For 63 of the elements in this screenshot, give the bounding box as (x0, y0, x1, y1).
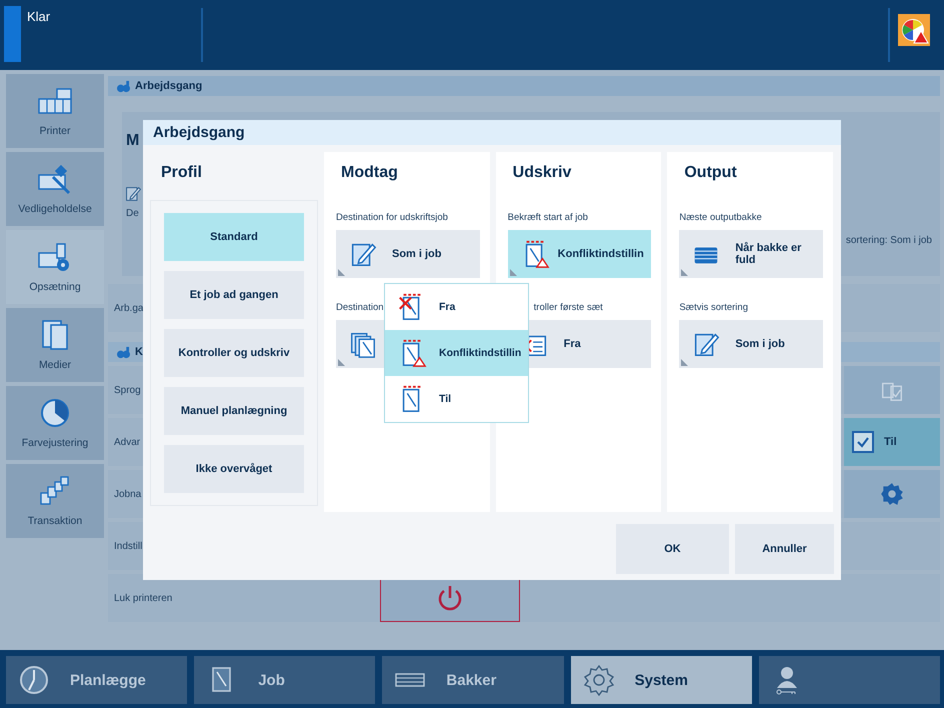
setting-label: Sætvis sortering (679, 302, 748, 315)
setting-label: Destination for udskriftsjob (336, 212, 448, 225)
document-check-button[interactable] (844, 366, 940, 414)
workflow-icon (116, 346, 131, 358)
corner-icon (681, 359, 688, 366)
dialog-button[interactable]: Annuller (735, 524, 834, 574)
column-heading: Profil (160, 163, 203, 183)
setting-button[interactable]: Når bakke er fuld (679, 230, 824, 278)
workflow-icon (116, 80, 131, 92)
checkbox[interactable] (852, 431, 874, 453)
setting-label: Luk printeren (114, 592, 172, 604)
status-text: Klar (26, 8, 52, 26)
corner-icon (338, 269, 345, 276)
setting-label: Sprog (114, 384, 141, 396)
section-title: Arbejdsgang (135, 80, 202, 92)
setting-label: Jobna (114, 488, 142, 500)
navigation-tab[interactable]: System (570, 656, 752, 704)
setting-label: Indstill (114, 540, 142, 552)
setting-label: sortering: Som i job (846, 235, 933, 246)
sidebar-item[interactable]: Vedligeholdelse (6, 152, 104, 226)
setting-button[interactable]: Som i job (336, 230, 480, 278)
profile-option[interactable]: Kontroller og udskriv (164, 329, 304, 377)
dialog-title: Arbejdsgang (143, 120, 841, 145)
sidebar-item[interactable]: Printer (6, 74, 104, 148)
pencil-document-icon (126, 186, 141, 202)
column-heading: Udskriv (512, 163, 572, 183)
sidebar-item[interactable]: Transaktion (6, 464, 104, 538)
setting-label: Advar (114, 436, 140, 448)
profile-option[interactable]: Et job ad gangen (164, 271, 304, 319)
navigation-tab[interactable]: Planlægge (6, 656, 188, 704)
setting-label: Bekræft start af job (508, 212, 588, 225)
settings-button[interactable] (844, 470, 940, 518)
setting-label: Arb.ga (114, 302, 144, 314)
dialog-button[interactable]: OK (616, 524, 729, 574)
settings-icon (879, 481, 905, 507)
profile-option[interactable]: Standard (164, 213, 304, 261)
navigation-tab[interactable] (758, 656, 940, 704)
column-heading: Modtag (340, 163, 399, 183)
status-indicator (4, 6, 21, 62)
section-title: K (135, 346, 143, 358)
setting-label: Destination (336, 302, 384, 315)
clock-icon (18, 664, 50, 696)
menu-item[interactable]: Konfliktindstillin (385, 330, 528, 376)
setting-button[interactable]: Konfliktindstillin (508, 230, 652, 278)
sidebar-item[interactable]: Medier (6, 308, 104, 382)
corner-icon (338, 359, 345, 366)
profile-option[interactable]: Manuel planlægning (164, 387, 304, 435)
setting-label: troller første sæt (532, 302, 603, 315)
corner-icon (510, 269, 517, 276)
toggle-button[interactable]: Til (844, 418, 940, 466)
navigation-tab[interactable]: Job (194, 656, 376, 704)
corner-icon (681, 269, 688, 276)
navigation-tab[interactable]: Bakker (382, 656, 564, 704)
panel-heading: M (126, 132, 140, 150)
settings-icon (582, 664, 615, 696)
sidebar-item[interactable]: Opsætning (6, 230, 104, 304)
profile-option[interactable]: Ikke overvåget (164, 445, 304, 493)
setting-button[interactable]: Som i job (679, 320, 824, 368)
setting-label: De (126, 208, 140, 219)
color-alert-icon[interactable] (898, 14, 930, 46)
column-heading: Output (683, 163, 738, 183)
setting-label: Næste outputbakke (679, 212, 762, 225)
sidebar-item[interactable]: Farvejustering (6, 386, 104, 460)
